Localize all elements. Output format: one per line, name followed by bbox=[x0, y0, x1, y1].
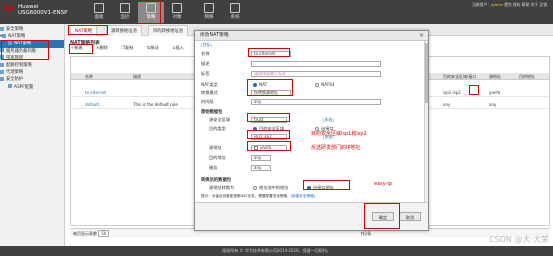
highlight-new-button bbox=[69, 44, 93, 54]
delete-button[interactable]: ✕删除 bbox=[96, 45, 114, 50]
folder-icon bbox=[0, 62, 4, 67]
network-icon bbox=[204, 3, 214, 13]
move-button[interactable]: ⇅移动 bbox=[147, 45, 165, 50]
user-links[interactable]: 提交 保存 帮助 关于 注销 bbox=[504, 2, 547, 7]
nav-panel[interactable]: 面板 bbox=[86, 2, 112, 23]
original-packet-section: 原始数据包 bbox=[201, 110, 223, 115]
highlight-nat-type bbox=[247, 79, 293, 96]
huawei-logo-icon bbox=[4, 5, 14, 12]
dest-zone-note: 目的安全区域isp1和isp2 bbox=[311, 131, 367, 137]
folder-icon bbox=[0, 69, 4, 74]
close-icon[interactable]: × bbox=[419, 31, 424, 41]
source-address-note: 反选研发部门的IP地址 bbox=[311, 145, 361, 151]
object-icon bbox=[172, 3, 182, 13]
highlight-source-zone bbox=[247, 113, 290, 122]
current-user[interactable]: admin bbox=[491, 2, 503, 7]
highlight-nat-tab bbox=[68, 25, 108, 35]
folder-icon bbox=[2, 33, 7, 38]
sidebar-item-protection[interactable]: 安全防护 bbox=[0, 76, 64, 83]
sidebar-item-security-policy[interactable]: 安全策略 bbox=[0, 26, 64, 33]
copy-button[interactable]: ❐复制 bbox=[121, 45, 139, 50]
nat-type-nat64-radio[interactable]: NAT64 bbox=[315, 82, 335, 87]
dialog-title: 修改NAT策略 bbox=[195, 31, 428, 41]
description-input[interactable] bbox=[251, 61, 381, 67]
highlight-policy-nav bbox=[137, 1, 161, 24]
footer: 版权所有 © 华为技术有限公司2014-2018，保留一切权利。 bbox=[0, 246, 553, 256]
new-security-policy-link[interactable]: [新建安全策略] bbox=[291, 194, 315, 198]
monitor-icon bbox=[120, 3, 130, 13]
highlight-nat-sidebar bbox=[1, 40, 49, 60]
nav-monitor[interactable]: 监控 bbox=[112, 2, 138, 23]
translated-packet-section: 转换后的数据包 bbox=[201, 178, 232, 183]
service-select[interactable]: any bbox=[251, 165, 271, 171]
sidebar-item-aspf[interactable]: ASPF配置 bbox=[0, 84, 64, 91]
user-bar: 当前用户：admin 提交 保存 帮助 关于 注销 bbox=[472, 2, 547, 7]
dialog-scrollbar[interactable] bbox=[424, 41, 428, 203]
sidebar-item-quota[interactable]: 配额控制策略 bbox=[0, 62, 64, 69]
watermark: CSDN @大·大荣 bbox=[489, 235, 549, 244]
cancel-button[interactable]: 取消 bbox=[399, 212, 421, 221]
folder-icon bbox=[0, 26, 4, 31]
highlight-source-address bbox=[247, 141, 291, 151]
nav-network[interactable]: 网络 bbox=[196, 2, 222, 23]
brand: Huawei USG6000V1-ENSP bbox=[18, 4, 67, 16]
dest-address-select[interactable]: any bbox=[251, 155, 271, 161]
highlight-isp-list bbox=[469, 85, 479, 95]
highlight-dest-zone bbox=[247, 130, 290, 139]
tip-text: 提示：为保证设备能按照NAT业务，需要配置安全策略。[新建安全策略] bbox=[201, 194, 316, 198]
easy-ip-note: easy-ip bbox=[374, 181, 392, 187]
highlight-name bbox=[248, 48, 290, 57]
multi-select-link[interactable]: [多选] bbox=[323, 117, 334, 123]
highlight-ok-button bbox=[364, 203, 400, 229]
top-bar: Huawei USG6000V1-ENSP 面板 监控 策略 对象 网络 系统 … bbox=[0, 0, 553, 24]
highlight-easy-ip bbox=[303, 180, 350, 190]
dialog-body: [目标] 名称 to internet 描述 标签 请选择或输入标签 NAT类型… bbox=[195, 41, 428, 203]
target-link[interactable]: [目标] bbox=[201, 42, 212, 48]
time-range-select[interactable]: any bbox=[251, 99, 381, 105]
folder-icon bbox=[0, 76, 4, 81]
device-model: USG6000V1-ENSP bbox=[18, 10, 68, 16]
sidebar-item-proxy[interactable]: 代理策略 bbox=[0, 69, 64, 76]
address-pool-radio[interactable]: 地址池中的地址 bbox=[253, 185, 288, 191]
tab-source-pool[interactable]: 源转换地址池 bbox=[106, 25, 142, 36]
system-icon bbox=[230, 3, 240, 13]
tag-input[interactable]: 请选择或输入标签 bbox=[251, 71, 381, 77]
nav-object[interactable]: 对象 bbox=[164, 2, 190, 23]
tab-dest-pool[interactable]: 目的转换地址池 bbox=[148, 25, 189, 36]
aspf-icon bbox=[8, 84, 12, 89]
insert-button[interactable]: ↳插入 bbox=[172, 45, 190, 50]
nav-system[interactable]: 系统 bbox=[222, 2, 248, 23]
panel-icon bbox=[94, 3, 104, 13]
per-page-select[interactable]: 50 bbox=[98, 230, 110, 237]
